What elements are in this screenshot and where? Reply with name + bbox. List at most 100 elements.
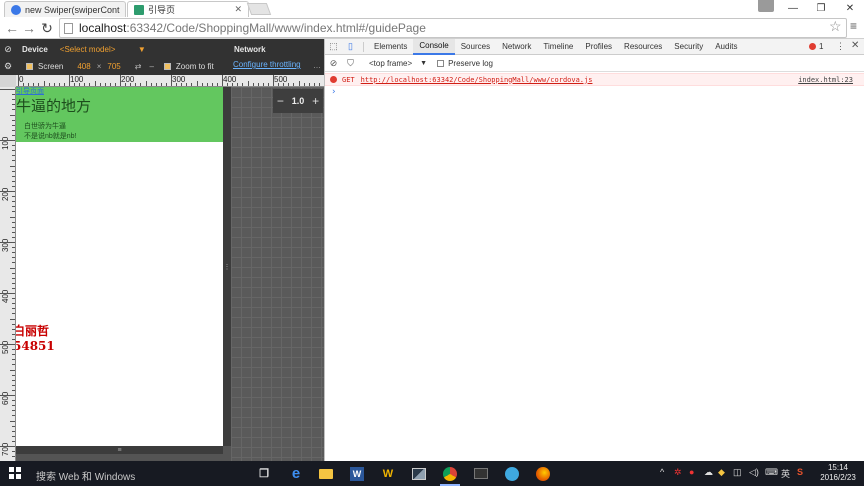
address-bar[interactable]: localhost:63342/Code/ShoppingMall/www/in… xyxy=(59,18,847,38)
ruler-h-tick xyxy=(130,83,132,86)
volume-icon[interactable]: ◁) xyxy=(749,467,759,478)
screen-checkbox[interactable] xyxy=(26,63,33,70)
ruler-v-tick xyxy=(12,99,15,101)
tray-antivirus-icon[interactable]: ✲ xyxy=(674,467,682,478)
clear-console-icon[interactable]: ⊘ xyxy=(325,58,342,69)
browser-tab-guide[interactable]: 引导页 ✕ xyxy=(127,1,249,17)
console-toolbar: ⊘ ⛉ <top frame> ▼ Preserve log xyxy=(325,55,864,72)
chat-app-icon[interactable] xyxy=(502,464,522,483)
restore-button[interactable]: ❐ xyxy=(807,0,835,17)
device-mode-icon[interactable]: ▯ xyxy=(342,39,359,55)
taskbar-search-input[interactable]: 搜索 Web 和 Windows xyxy=(36,468,135,483)
ruler-v-tick xyxy=(0,395,15,396)
ruler-h-label: 400 xyxy=(223,75,237,84)
ruler-h-tick xyxy=(308,83,310,86)
chrome-icon[interactable] xyxy=(440,464,460,486)
keyboard-icon[interactable]: ⌨ xyxy=(765,467,778,478)
emulated-viewport: 引导页面 牛逼的地方 白世骄为牛逼 不是说nb就是nb! 白丽哲 54851 xyxy=(16,87,223,446)
browser-tab-swiper[interactable]: new Swiper(swiperCont ✕ xyxy=(4,1,126,17)
ruler-h-tick xyxy=(74,83,76,86)
disable-emulation-icon[interactable]: ⊘ xyxy=(0,42,16,56)
ruler-v-label: 700 xyxy=(1,442,10,456)
ruler-v-tick xyxy=(12,359,15,361)
zoom-to-fit-checkbox[interactable] xyxy=(163,63,171,70)
ruler-v-tick xyxy=(12,410,15,412)
tab-console[interactable]: Console xyxy=(413,38,455,55)
tab-resources[interactable]: Resources xyxy=(618,39,668,55)
chrome-menu-icon[interactable]: ≡ xyxy=(850,19,857,33)
ruler-h-tick xyxy=(211,83,213,86)
ruler-h-tick xyxy=(242,83,244,86)
screen-height-input[interactable]: 705 xyxy=(107,62,120,71)
tab-timeline[interactable]: Timeline xyxy=(537,39,579,55)
preserve-log-toggle[interactable]: Preserve log xyxy=(437,59,493,68)
file-explorer-icon[interactable] xyxy=(316,464,336,483)
task-view-icon[interactable]: ❐ xyxy=(254,464,274,483)
word-icon[interactable]: W xyxy=(347,464,367,483)
tray-record-icon[interactable]: ● xyxy=(689,467,694,477)
preserve-log-checkbox[interactable] xyxy=(437,59,445,67)
close-tab-icon[interactable]: ✕ xyxy=(229,4,242,15)
terminal-icon[interactable] xyxy=(471,464,491,483)
ruler-v-tick xyxy=(0,446,15,447)
zoom-out-button[interactable]: − xyxy=(277,94,284,108)
tab-elements[interactable]: Elements xyxy=(368,39,413,55)
webstorm-icon[interactable]: W xyxy=(378,464,398,483)
profile-badge-icon[interactable] xyxy=(758,0,774,12)
tray-expand-icon[interactable]: ^ xyxy=(660,467,664,477)
taskbar-clock[interactable]: 15:14 2016/2/23 xyxy=(818,463,858,483)
new-tab-button[interactable] xyxy=(246,3,272,15)
console-prompt[interactable]: › xyxy=(331,87,336,97)
viewport-width-resize-handle[interactable]: ⋮ xyxy=(223,87,231,446)
windows-start-icon[interactable] xyxy=(9,467,21,479)
zoom-in-button[interactable]: + xyxy=(312,94,319,108)
configure-throttling-link[interactable]: Configure throttling xyxy=(233,60,301,69)
close-window-button[interactable]: ✕ xyxy=(836,0,864,17)
tab-network[interactable]: Network xyxy=(496,39,537,55)
minimize-button[interactable]: — xyxy=(779,0,807,17)
close-devtools-icon[interactable]: ✕ xyxy=(851,40,859,51)
tray-app-icon[interactable]: ◆ xyxy=(718,467,725,478)
edge-browser-icon[interactable]: e xyxy=(286,464,306,483)
tab-sources[interactable]: Sources xyxy=(455,39,496,55)
tray-sogou-icon[interactable]: S xyxy=(797,467,803,477)
bookmark-star-icon[interactable]: ☆ xyxy=(829,18,842,35)
error-source-link[interactable]: index.html:23 xyxy=(798,76,853,84)
ruler-h-tick xyxy=(237,83,239,86)
devtools-menu-icon[interactable]: ⋮ xyxy=(836,41,845,52)
screen-width-input[interactable]: 408 xyxy=(77,62,90,71)
ime-indicator[interactable]: 英 xyxy=(781,467,790,480)
tab-audits[interactable]: Audits xyxy=(709,39,743,55)
ruler-h-tick xyxy=(84,83,86,86)
inspect-element-icon[interactable]: ⬚ xyxy=(325,39,342,55)
ruler-h-tick xyxy=(155,83,157,86)
forward-arrow-icon[interactable]: → xyxy=(20,19,38,37)
photos-icon[interactable] xyxy=(409,464,429,483)
firefox-icon[interactable] xyxy=(533,464,553,483)
tab-security[interactable]: Security xyxy=(668,39,709,55)
tray-cloud-icon[interactable]: ☁ xyxy=(704,467,713,478)
network-icon[interactable]: ◫ xyxy=(733,467,742,478)
ruler-h-tick xyxy=(176,83,178,86)
error-counter[interactable]: 1 xyxy=(809,42,823,51)
url-path: :63342/Code/ShoppingMall/www/index.html#… xyxy=(126,21,426,35)
viewport-height-resize-handle[interactable]: ≡ xyxy=(16,446,223,454)
more-options-icon[interactable]: … xyxy=(313,61,321,70)
back-arrow-icon[interactable]: ← xyxy=(3,19,21,37)
emulation-settings-icon[interactable]: ⚙ xyxy=(0,60,16,74)
device-model-select[interactable]: <Select model> ▼ xyxy=(60,45,146,54)
reload-icon[interactable]: ↻ xyxy=(38,19,56,37)
ruler-v-tick xyxy=(12,384,15,386)
ruler-v-tick xyxy=(0,293,15,294)
frame-selector[interactable]: <top frame> ▼ xyxy=(369,59,427,68)
close-tab-icon[interactable]: ✕ xyxy=(120,4,126,15)
tab-profiles[interactable]: Profiles xyxy=(579,39,618,55)
swap-dimensions-icon[interactable]: ⇄ xyxy=(135,62,142,71)
device-pixel-ratio-input[interactable]: – xyxy=(149,62,153,71)
filter-icon[interactable]: ⛉ xyxy=(342,58,359,69)
hero-line-2: 不是说nb就是nb! xyxy=(24,133,77,140)
ruler-v-tick xyxy=(10,216,15,218)
error-url-link[interactable]: http://localhost:63342/Code/ShoppingMall… xyxy=(361,76,593,84)
ruler-v-tick xyxy=(12,94,15,96)
ruler-v-tick xyxy=(12,303,15,305)
